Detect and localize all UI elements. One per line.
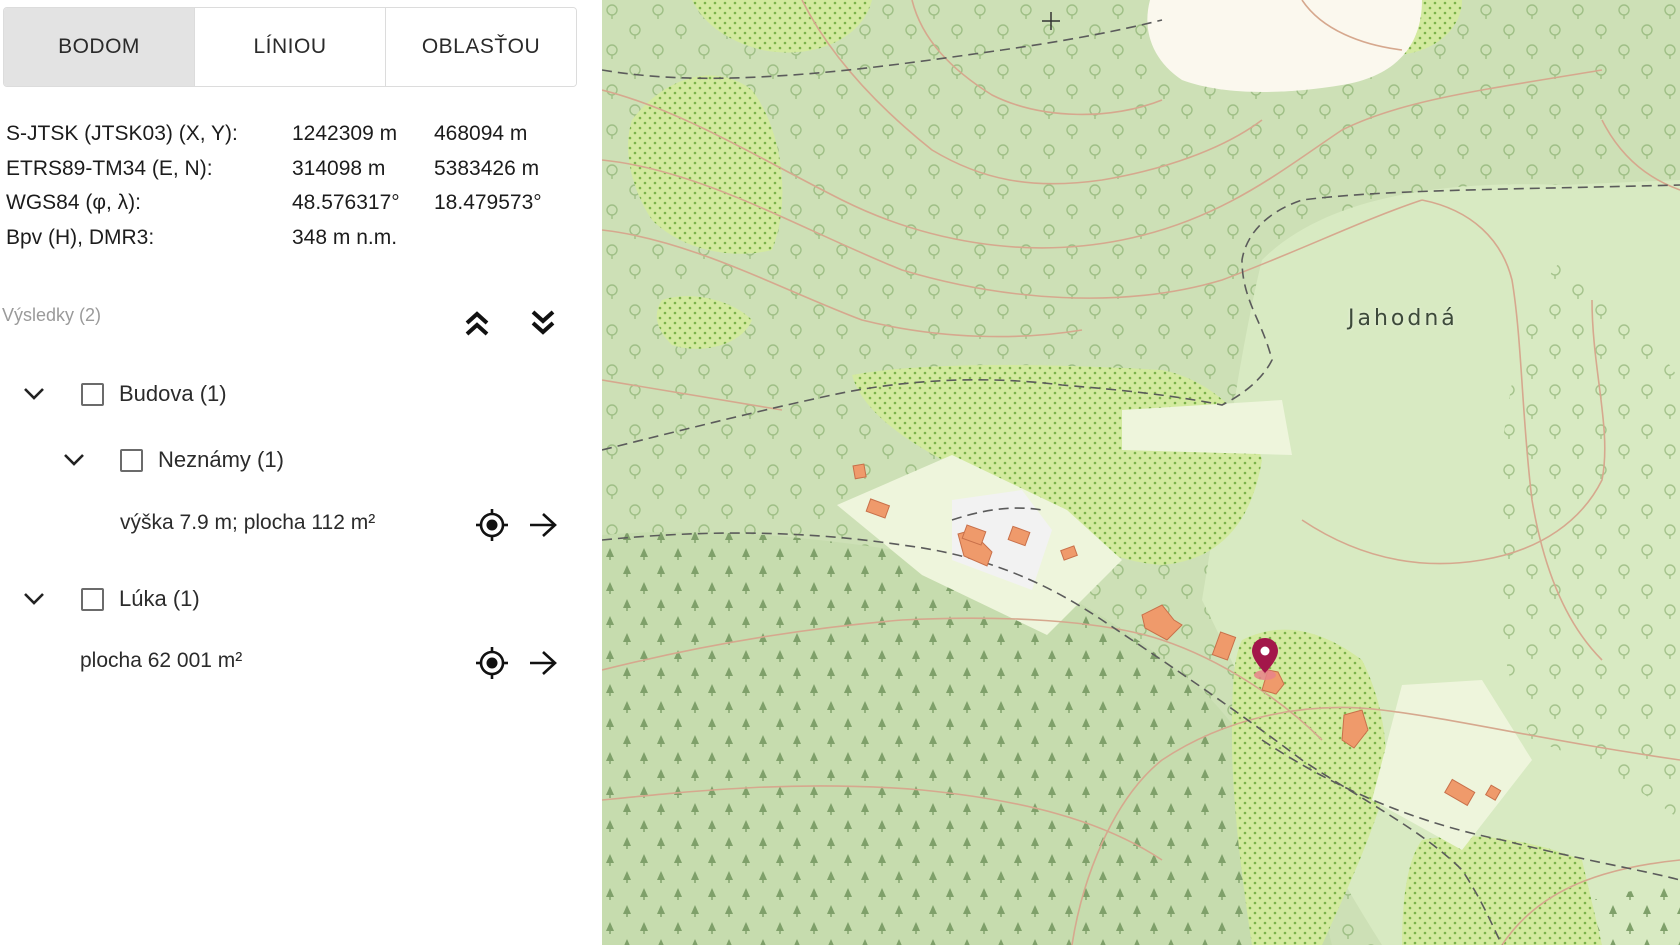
budova-checkbox[interactable]	[81, 382, 104, 406]
coord-value-1: 1242309 m	[292, 122, 398, 145]
coord-label: WGS84 (φ, λ):	[6, 191, 141, 214]
coord-label: Bpv (H), DMR3:	[6, 225, 155, 249]
identify-panel: BODOM LÍNIOU OBLASŤOU S-JTSK (JTSK03) (X…	[0, 0, 602, 945]
luka-checkbox[interactable]	[81, 587, 104, 611]
map-canvas[interactable]: Jahodná	[602, 0, 1680, 945]
tab-line[interactable]: LÍNIOU	[195, 8, 386, 86]
chevron-down-icon[interactable]	[60, 446, 88, 474]
coord-value-2: 5383426 m	[434, 156, 540, 180]
coord-value-1: 348 m n.m.	[292, 225, 398, 249]
tree-item-budova: Budova (1)	[20, 380, 227, 408]
coord-row-etrs89: ETRS89-TM34 (E, N): 314098 m 5383426 m	[6, 152, 596, 187]
double-chevron-down-icon	[531, 310, 555, 335]
neznamy-checkbox[interactable]	[120, 448, 143, 472]
expand-all-button[interactable]	[525, 305, 561, 341]
map-layers	[602, 0, 1680, 945]
collapse-all-button[interactable]	[459, 305, 495, 341]
double-chevron-up-icon	[465, 311, 489, 336]
arrow-right-icon	[530, 513, 557, 537]
crosshair-target-icon	[476, 647, 508, 679]
coord-row-height: Bpv (H), DMR3: 348 m n.m.	[6, 221, 596, 256]
building-detail: výška 7.9 m; plocha 112 m²	[120, 511, 376, 534]
open-building-button[interactable]	[525, 507, 561, 543]
meadow-detail: plocha 62 001 m²	[80, 649, 243, 672]
arrow-right-icon	[530, 651, 557, 675]
coord-value-1: 314098 m	[292, 156, 386, 180]
coord-label: ETRS89-TM34 (E, N):	[6, 156, 213, 180]
map-center-crosshair-icon	[1042, 12, 1060, 30]
coord-label: S-JTSK (JTSK03) (X, Y):	[6, 122, 238, 145]
chevron-down-icon[interactable]	[20, 585, 48, 613]
coord-row-sjtsk: S-JTSK (JTSK03) (X, Y): 1242309 m 468094…	[6, 117, 596, 152]
coordinates-table: S-JTSK (JTSK03) (X, Y): 1242309 m 468094…	[6, 117, 596, 255]
tree-item-label: Neznámy (1)	[158, 447, 284, 472]
tree-item-luka: Lúka (1)	[20, 585, 200, 613]
results-header: Výsledky (2)	[2, 305, 102, 325]
building	[852, 463, 867, 480]
tree-item-label: Budova (1)	[119, 381, 227, 406]
coord-row-wgs84: WGS84 (φ, λ): 48.576317° 18.479573°	[6, 186, 596, 221]
crosshair-target-icon	[476, 509, 508, 541]
app: BODOM LÍNIOU OBLASŤOU S-JTSK (JTSK03) (X…	[0, 0, 1680, 945]
coord-value-2: 468094 m	[434, 122, 528, 145]
location-marker-icon[interactable]	[1250, 637, 1280, 681]
open-meadow-button[interactable]	[525, 645, 561, 681]
tree-item-neznamy: Neznámy (1)	[60, 446, 284, 474]
selection-mode-tabs: BODOM LÍNIOU OBLASŤOU	[3, 7, 577, 87]
tree-item-label: Lúka (1)	[119, 586, 200, 611]
coord-value-2: 18.479573°	[434, 191, 542, 214]
locate-meadow-button[interactable]	[474, 645, 510, 681]
chevron-down-icon[interactable]	[20, 380, 48, 408]
tab-area[interactable]: OBLASŤOU	[386, 8, 576, 86]
locate-building-button[interactable]	[474, 507, 510, 543]
coord-value-1: 48.576317°	[292, 191, 400, 214]
place-label-jahodna: Jahodná	[1348, 306, 1458, 331]
tab-point[interactable]: BODOM	[4, 8, 195, 86]
